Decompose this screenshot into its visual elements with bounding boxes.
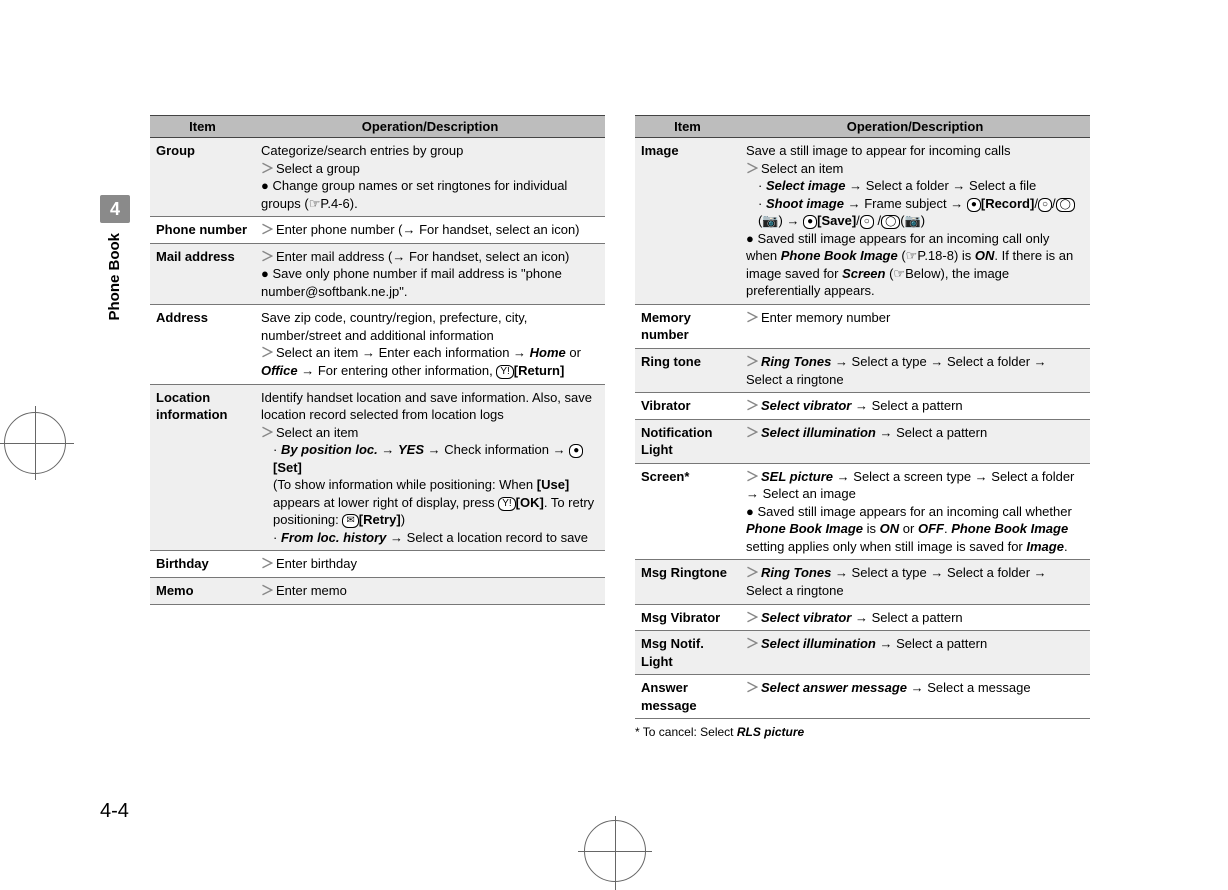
- table-row: Vibrator＞Select vibrator → Select a patt…: [635, 393, 1090, 420]
- item-cell: Birthday: [150, 551, 255, 578]
- col-header-op: Operation/Description: [740, 116, 1090, 138]
- table-row: Msg Notif. Light＞Select illumination → S…: [635, 631, 1090, 675]
- table-row: Msg Ringtone＞Ring Tones → Select a type …: [635, 560, 1090, 604]
- item-cell: Ring tone: [635, 349, 740, 393]
- operation-cell: Categorize/search entries by group＞Selec…: [255, 138, 605, 217]
- footnote: * To cancel: Select RLS picture: [635, 725, 1090, 739]
- right-table: Item Operation/Description ImageSave a s…: [635, 115, 1090, 719]
- item-cell: Vibrator: [635, 393, 740, 420]
- operation-cell: Identify handset location and save infor…: [255, 384, 605, 551]
- chapter-label: Phone Book: [106, 233, 123, 321]
- table-row: AddressSave zip code, country/region, pr…: [150, 305, 605, 384]
- operation-cell: ＞SEL picture → Select a screen type → Se…: [740, 463, 1090, 560]
- table-row: Answer message＞Select answer message → S…: [635, 675, 1090, 719]
- table-row: Msg Vibrator＞Select vibrator → Select a …: [635, 604, 1090, 631]
- col-header-op: Operation/Description: [255, 116, 605, 138]
- col-header-item: Item: [150, 116, 255, 138]
- table-row: Location informationIdentify handset loc…: [150, 384, 605, 551]
- operation-cell: ＞Enter memo: [255, 578, 605, 605]
- table-row: Phone number＞Enter phone number (→ For h…: [150, 217, 605, 244]
- operation-cell: ＞Select vibrator → Select a pattern: [740, 604, 1090, 631]
- left-table: Item Operation/Description GroupCategori…: [150, 115, 605, 605]
- operation-cell: ＞Enter phone number (→ For handset, sele…: [255, 217, 605, 244]
- table-row: Birthday＞Enter birthday: [150, 551, 605, 578]
- table-row: GroupCategorize/search entries by group＞…: [150, 138, 605, 217]
- item-cell: Address: [150, 305, 255, 384]
- table-row: ImageSave a still image to appear for in…: [635, 138, 1090, 305]
- operation-cell: ＞Enter mail address (→ For handset, sele…: [255, 243, 605, 305]
- table-row: Ring tone＞Ring Tones → Select a type → S…: [635, 349, 1090, 393]
- item-cell: Memory number: [635, 304, 740, 348]
- col-header-item: Item: [635, 116, 740, 138]
- chapter-number: 4: [100, 195, 130, 223]
- crop-mark-left: [0, 428, 72, 460]
- item-cell: Notification Light: [635, 419, 740, 463]
- table-row: Mail address＞Enter mail address (→ For h…: [150, 243, 605, 305]
- operation-cell: ＞Enter birthday: [255, 551, 605, 578]
- item-cell: Mail address: [150, 243, 255, 305]
- item-cell: Group: [150, 138, 255, 217]
- content-area: Item Operation/Description GroupCategori…: [150, 115, 1090, 739]
- operation-cell: ＞Select illumination → Select a pattern: [740, 631, 1090, 675]
- table-row: Memory number＞Enter memory number: [635, 304, 1090, 348]
- left-column: Item Operation/Description GroupCategori…: [150, 115, 605, 739]
- item-cell: Msg Notif. Light: [635, 631, 740, 675]
- item-cell: Image: [635, 138, 740, 305]
- crop-mark-bottom: [598, 816, 632, 886]
- operation-cell: ＞Ring Tones → Select a type → Select a f…: [740, 349, 1090, 393]
- operation-cell: ＞Select illumination → Select a pattern: [740, 419, 1090, 463]
- item-cell: Msg Ringtone: [635, 560, 740, 604]
- operation-cell: ＞Select vibrator → Select a pattern: [740, 393, 1090, 420]
- table-row: Notification Light＞Select illumination →…: [635, 419, 1090, 463]
- table-row: Memo＞Enter memo: [150, 578, 605, 605]
- operation-cell: Save a still image to appear for incomin…: [740, 138, 1090, 305]
- item-cell: Memo: [150, 578, 255, 605]
- operation-cell: ＞Enter memory number: [740, 304, 1090, 348]
- right-column: Item Operation/Description ImageSave a s…: [635, 115, 1090, 739]
- item-cell: Answer message: [635, 675, 740, 719]
- table-row: Screen*＞SEL picture → Select a screen ty…: [635, 463, 1090, 560]
- item-cell: Msg Vibrator: [635, 604, 740, 631]
- operation-cell: Save zip code, country/region, prefectur…: [255, 305, 605, 384]
- operation-cell: ＞Ring Tones → Select a type → Select a f…: [740, 560, 1090, 604]
- operation-cell: ＞Select answer message → Select a messag…: [740, 675, 1090, 719]
- item-cell: Screen*: [635, 463, 740, 560]
- chapter-tab: 4 Phone Book: [100, 195, 136, 321]
- page-number: 4-4: [100, 800, 129, 823]
- item-cell: Phone number: [150, 217, 255, 244]
- item-cell: Location information: [150, 384, 255, 551]
